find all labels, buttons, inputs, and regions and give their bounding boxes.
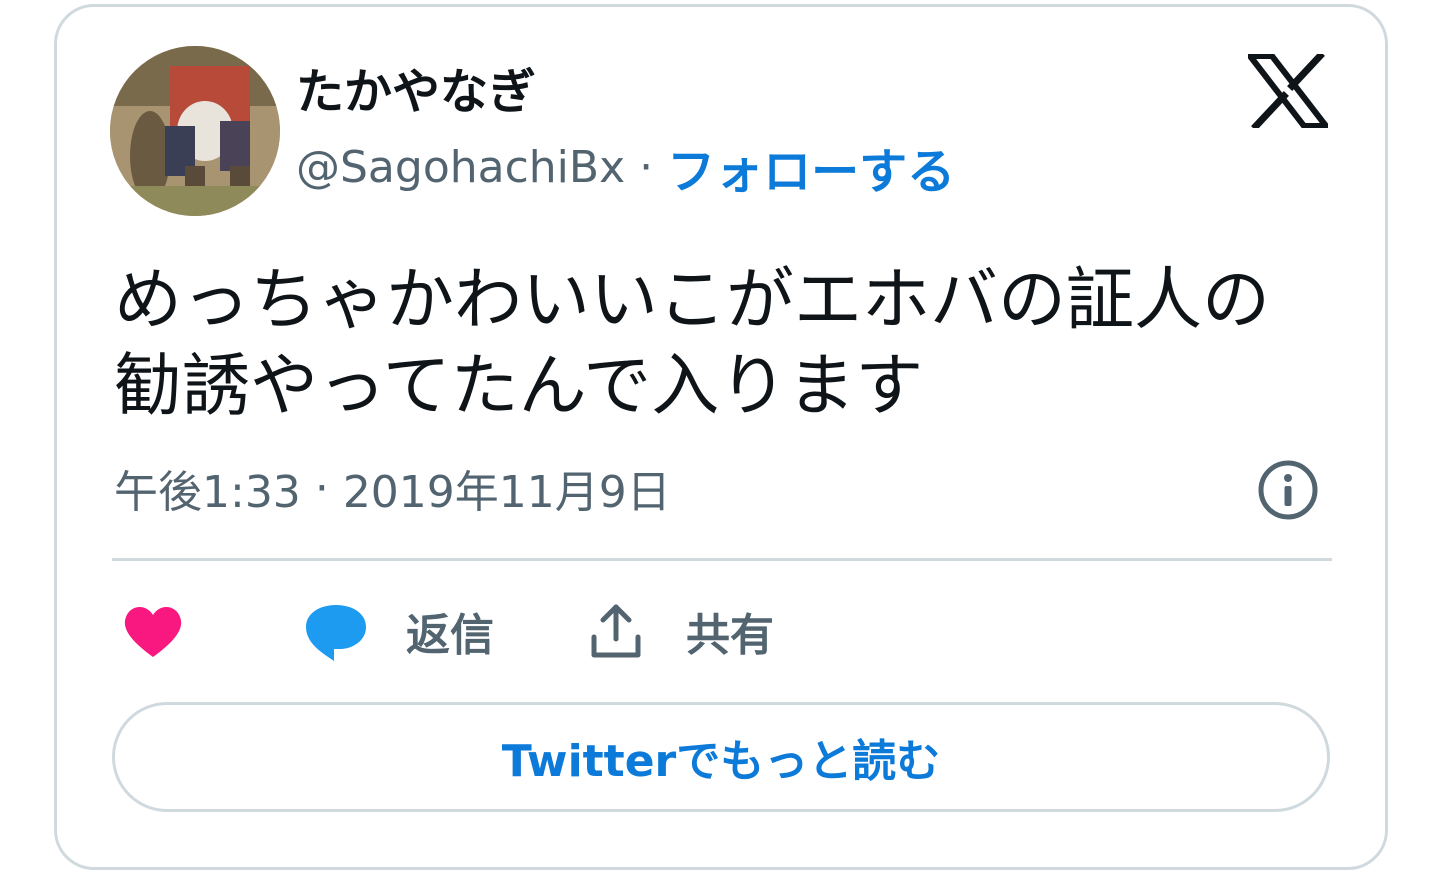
meta-separator: · bbox=[314, 462, 329, 514]
author-handle-row: @SagohachiBx · フォローする bbox=[296, 136, 955, 201]
avatar-photo bbox=[110, 46, 280, 216]
reply-label: 返信 bbox=[406, 610, 494, 661]
like-button[interactable] bbox=[120, 596, 186, 666]
speech-bubble-icon bbox=[306, 605, 366, 661]
avatar[interactable] bbox=[110, 46, 280, 216]
author-display-name[interactable]: たかやなぎ bbox=[296, 60, 536, 124]
author-handle[interactable]: @SagohachiBx bbox=[296, 142, 625, 193]
divider bbox=[112, 558, 1332, 561]
follow-button[interactable]: フォローする bbox=[667, 132, 955, 202]
share-label: 共有 bbox=[686, 610, 774, 661]
share-button[interactable]: 共有 bbox=[586, 596, 774, 666]
info-icon[interactable] bbox=[1256, 458, 1320, 522]
tweet-meta: 午後1:33 · 2019年11月9日 bbox=[114, 456, 671, 520]
tweet-date[interactable]: 2019年11月9日 bbox=[343, 456, 671, 520]
tweet-text-line: めっちゃかわいいこがエホバの証人の bbox=[114, 261, 1271, 340]
tweet-time[interactable]: 午後1:33 bbox=[114, 456, 301, 520]
heart-icon bbox=[124, 606, 182, 657]
read-more-button[interactable]: Twitterでもっと読む bbox=[112, 702, 1330, 812]
share-upload-icon bbox=[591, 604, 641, 658]
tweet-text-line: 勧誘やってたんで入ります bbox=[114, 347, 924, 426]
handle-separator: · bbox=[639, 141, 654, 193]
reply-button[interactable]: 返信 bbox=[304, 596, 494, 666]
x-logo-icon[interactable] bbox=[1248, 54, 1328, 128]
tweet-text: めっちゃかわいいこがエホバの証人の 勧誘やってたんで入ります bbox=[114, 258, 1334, 430]
